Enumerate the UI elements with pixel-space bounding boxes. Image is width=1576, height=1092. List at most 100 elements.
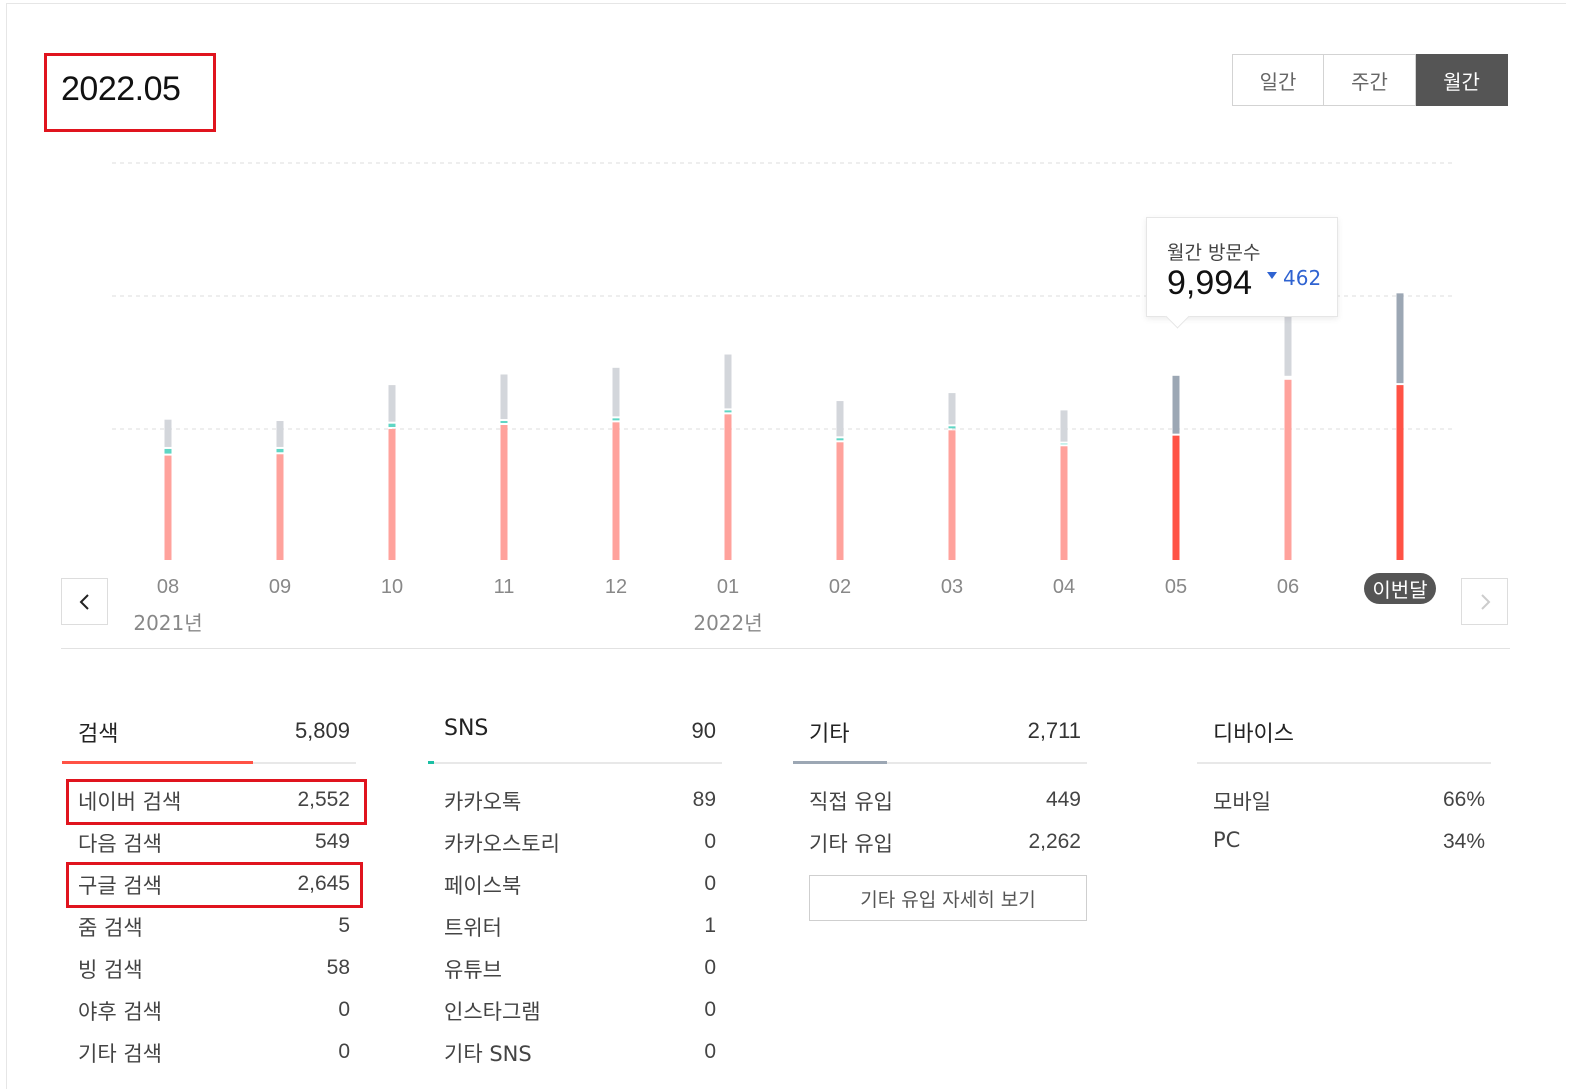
etc-detail-button[interactable]: 기타 유입 자세히 보기: [809, 875, 1087, 921]
chart-bar-segment[interactable]: [948, 426, 956, 429]
item-label: 기타 SNS: [444, 1042, 532, 1066]
tooltip-label: 월간 방문수: [1167, 242, 1261, 264]
chart-bar-segment[interactable]: [612, 422, 620, 560]
chart-bar-segment[interactable]: [1060, 443, 1068, 445]
item-label: 카카오스토리: [444, 832, 560, 856]
tooltip-delta-value: 462: [1283, 266, 1322, 290]
x-tick-label[interactable]: 09: [269, 576, 291, 599]
item-label: 카카오톡: [444, 790, 522, 814]
sns-label: SNS: [444, 716, 489, 741]
x-tick-label[interactable]: 05: [1165, 576, 1187, 599]
arrow-down-icon: [1267, 272, 1277, 279]
item-label: 인스타그램: [444, 1000, 541, 1024]
chart-bar-segment[interactable]: [164, 419, 172, 447]
item-value: 0: [704, 830, 716, 853]
chart-bar-segment[interactable]: [724, 410, 732, 413]
list-item: 야후 검색 0: [62, 996, 356, 1038]
x-tick-label[interactable]: 06: [1277, 576, 1299, 599]
visits-chart: [112, 162, 1455, 560]
item-label: PC: [1213, 828, 1241, 852]
chart-bar-segment[interactable]: [1396, 293, 1404, 384]
chart-bar-segment[interactable]: [612, 367, 620, 417]
sns-share-bar: [428, 761, 434, 764]
etc-header[interactable]: 기타 2,711: [793, 712, 1087, 764]
item-value: 1: [704, 914, 716, 937]
chart-bar-segment[interactable]: [1172, 435, 1180, 560]
x-tick-label[interactable]: 12: [605, 576, 627, 599]
list-item: PC 34%: [1197, 828, 1491, 870]
chart-tooltip: 월간 방문수 9,994 462: [1146, 217, 1338, 329]
x-tick-label[interactable]: 04: [1053, 576, 1075, 599]
chart-bar-segment[interactable]: [500, 374, 508, 420]
highlight-naver: [66, 779, 367, 825]
sns-total: 90: [691, 718, 716, 743]
search-total: 5,809: [294, 718, 350, 743]
device-header: 디바이스: [1197, 712, 1491, 764]
chart-bar-segment[interactable]: [612, 418, 620, 421]
list-item: 기타 SNS 0: [428, 1038, 722, 1080]
search-header[interactable]: 검색 5,809: [62, 712, 356, 764]
chart-bar-segment[interactable]: [276, 448, 284, 453]
chart-bar-segment[interactable]: [388, 385, 396, 422]
list-item: 인스타그램 0: [428, 996, 722, 1038]
year-label: 2021년: [133, 611, 203, 635]
item-value: 66%: [1442, 788, 1485, 811]
etc-label: 기타: [809, 722, 850, 747]
item-value: 89: [692, 788, 716, 811]
item-value: 0: [704, 998, 716, 1021]
item-label: 유튜브: [444, 958, 502, 982]
x-tick-label[interactable]: 02: [829, 576, 851, 599]
x-tick-label[interactable]: 11: [494, 576, 515, 599]
list-item: 유튜브 0: [428, 954, 722, 996]
chart-bar-segment[interactable]: [388, 429, 396, 560]
item-value: 549: [314, 830, 350, 853]
chart-bar-segment[interactable]: [164, 455, 172, 560]
chart-bar-segment[interactable]: [724, 354, 732, 409]
chart-bar-segment[interactable]: [1396, 385, 1404, 560]
chart-bar-segment[interactable]: [948, 393, 956, 425]
etc-share-bar: [793, 761, 887, 764]
item-label: 직접 유입: [809, 790, 893, 814]
chart-bar-segment[interactable]: [1060, 446, 1068, 560]
chart-bar-segment[interactable]: [276, 421, 284, 447]
chart-bar-segment[interactable]: [500, 421, 508, 424]
item-value: 0: [704, 872, 716, 895]
tooltip-delta: 462: [1267, 266, 1321, 290]
chart-bar-segment[interactable]: [948, 430, 956, 560]
item-label: 기타 유입: [809, 832, 893, 856]
chart-bar-segment[interactable]: [1060, 410, 1068, 442]
chevron-left-icon: [79, 593, 89, 610]
x-tick-label[interactable]: 10: [381, 576, 403, 599]
list-item: 카카오스토리 0: [428, 828, 722, 870]
item-value: 0: [704, 1040, 716, 1063]
chart-bar-segment[interactable]: [1284, 379, 1292, 560]
item-value: 58: [326, 956, 350, 979]
chart-bar-segment[interactable]: [836, 442, 844, 560]
list-item: 빙 검색 58: [62, 954, 356, 996]
x-tick-label-current[interactable]: 이번달: [1364, 573, 1436, 604]
chart-bar-segment[interactable]: [836, 401, 844, 437]
prev-period-button[interactable]: [61, 578, 108, 625]
year-label: 2022년: [693, 611, 763, 635]
item-value: 0: [338, 998, 350, 1021]
chart-bar-segment[interactable]: [388, 423, 396, 427]
search-label: 검색: [78, 722, 119, 747]
chart-bar-segment[interactable]: [1172, 375, 1180, 434]
chart-bar-segment[interactable]: [724, 414, 732, 560]
chart-bar-segment[interactable]: [1284, 315, 1292, 376]
chart-bar-segment[interactable]: [164, 448, 172, 454]
chart-bar-segment[interactable]: [500, 425, 508, 560]
x-tick-label[interactable]: 03: [941, 576, 963, 599]
list-item: 직접 유입 449: [793, 786, 1087, 828]
list-item: 페이스북 0: [428, 870, 722, 912]
chart-bar-segment[interactable]: [836, 438, 844, 441]
sns-header[interactable]: SNS 90: [428, 712, 722, 764]
item-value: 5: [338, 914, 350, 937]
x-tick-label[interactable]: 01: [717, 576, 739, 599]
next-period-button[interactable]: [1461, 578, 1508, 625]
item-value: 2,262: [1028, 830, 1081, 853]
item-label: 페이스북: [444, 874, 522, 898]
x-tick-label[interactable]: 08: [157, 576, 179, 599]
chart-bar-segment[interactable]: [276, 454, 284, 560]
item-value: 34%: [1442, 830, 1485, 853]
